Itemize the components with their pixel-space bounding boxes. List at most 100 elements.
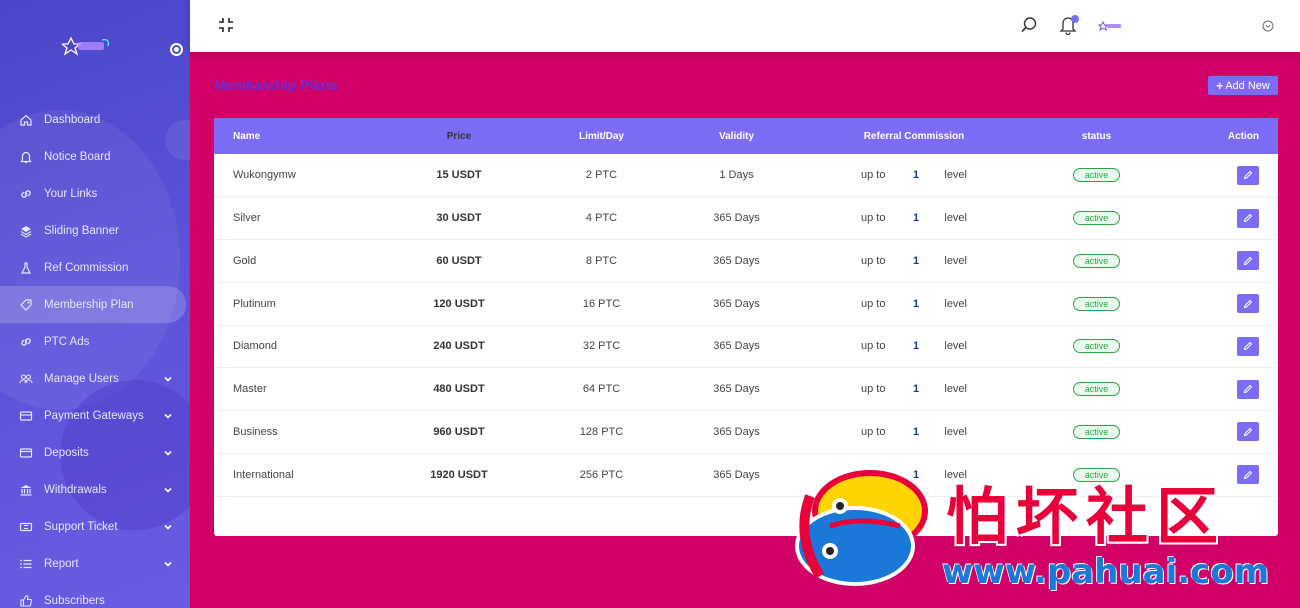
referral-level: 1 <box>912 383 920 396</box>
user-menu-chevron-icon[interactable] <box>1262 20 1274 32</box>
plans-table: Name Price Limit/Day Validity Referral C… <box>214 118 1278 497</box>
plan-status: active <box>1014 197 1179 240</box>
collapse-fullscreen-icon[interactable] <box>218 17 234 33</box>
pencil-icon <box>1243 170 1253 180</box>
home-icon <box>18 112 34 128</box>
plan-name: Wukongymw <box>233 169 296 182</box>
plan-validity: 365 Days <box>713 297 760 310</box>
status-badge: active <box>1072 382 1121 397</box>
pencil-icon <box>1243 213 1253 223</box>
plan-name: Diamond <box>233 340 278 353</box>
link-icon <box>18 186 34 202</box>
edit-plan-button[interactable] <box>1237 165 1259 185</box>
referral-prefix: up to <box>861 425 886 438</box>
ticket-icon <box>18 519 34 535</box>
sidebar-item-sliding-banner[interactable]: Sliding Banner <box>0 212 190 249</box>
table-header-row: Name Price Limit/Day Validity Referral C… <box>214 118 1278 154</box>
sidebar-item-label: Membership Plan <box>44 298 134 311</box>
table-row: Plutinum 120 USDT 16 PTC 365 Days up to 1 leve… <box>214 282 1278 325</box>
table-row: Master 480 USDT 64 PTC 365 Days up to 1 level a… <box>214 368 1278 411</box>
plan-price: 120 USDT <box>433 297 485 310</box>
sidebar-item-notice-board[interactable]: Notice Board <box>0 138 190 175</box>
sidebar-item-subscribers[interactable]: Subscribers <box>0 582 190 608</box>
table-row: Gold 60 USDT 8 PTC 365 Days up to 1 level activ… <box>214 240 1278 283</box>
sidebar-item-report[interactable]: Report <box>0 545 190 582</box>
sidebar-item-label: Deposits <box>44 446 89 459</box>
plan-limit: 2 PTC <box>585 169 618 182</box>
sidebar-item-label: Payment Gateways <box>44 409 144 422</box>
plan-status: active <box>1014 282 1179 325</box>
pencil-icon <box>1243 342 1253 351</box>
plan-status: active <box>1014 453 1179 496</box>
sidebar-item-payment-gateways[interactable]: Payment Gateways <box>0 397 190 434</box>
sidebar-toggle-button[interactable] <box>170 43 183 56</box>
edit-plan-button[interactable] <box>1237 379 1259 399</box>
edit-plan-button[interactable] <box>1237 251 1259 271</box>
pencil-icon <box>1243 384 1253 394</box>
referral-suffix: level <box>944 425 967 438</box>
sidebar-item-manage-users[interactable]: Manage Users <box>0 360 190 397</box>
referral-level: 1 <box>912 297 920 310</box>
sidebar-item-label: Your Links <box>44 187 98 200</box>
plan-name: Silver <box>233 212 261 225</box>
add-new-button[interactable]: + Add New <box>1208 76 1278 95</box>
edit-plan-button[interactable] <box>1237 422 1259 442</box>
referral-prefix: up to <box>861 254 886 267</box>
plan-referral: up to 1 level <box>814 197 1014 240</box>
column-header-action: Action <box>1227 130 1259 142</box>
referral-level: 1 <box>912 169 920 182</box>
referral-suffix: level <box>944 340 967 353</box>
plus-icon: + <box>1216 78 1224 93</box>
search-icon[interactable] <box>1020 16 1038 34</box>
sidebar-item-support-ticket[interactable]: Support Ticket <box>0 508 190 545</box>
edit-plan-button[interactable] <box>1237 208 1259 228</box>
sidebar-item-dashboard[interactable]: Dashboard <box>0 101 190 138</box>
sidebar-item-label: Notice Board <box>44 150 111 163</box>
plan-action <box>1179 154 1278 197</box>
plan-action <box>1179 240 1278 283</box>
sidebar-item-ptc-ads[interactable]: PTC Ads <box>0 323 190 360</box>
plan-status: active <box>1014 368 1179 411</box>
plan-price: 960 USDT <box>433 425 485 438</box>
sidebar-item-label: Subscribers <box>44 594 105 607</box>
referral-suffix: level <box>944 212 967 225</box>
status-badge: active <box>1072 253 1121 268</box>
bank-icon <box>18 482 34 498</box>
plan-action <box>1179 197 1278 240</box>
sidebar-item-ref-commission[interactable]: Ref Commission <box>0 249 190 286</box>
plan-referral: up to 1 level <box>814 368 1014 411</box>
user-avatar[interactable] <box>1098 19 1124 33</box>
link-icon <box>18 334 34 350</box>
plan-action <box>1179 282 1278 325</box>
sidebar-item-your-links[interactable]: Your Links <box>0 175 190 212</box>
status-badge: active <box>1072 424 1121 439</box>
top-header <box>190 0 1300 52</box>
referral-prefix: up to <box>861 297 886 310</box>
status-badge: active <box>1072 296 1121 311</box>
referral-level: 1 <box>912 425 920 438</box>
sidebar-item-label: PTC Ads <box>44 335 90 348</box>
referral-suffix: level <box>944 254 967 267</box>
sidebar-item-label: Sliding Banner <box>44 224 119 237</box>
plan-status: active <box>1014 154 1179 197</box>
plan-validity: 365 Days <box>713 212 760 225</box>
plan-limit: 256 PTC <box>579 468 624 481</box>
status-badge: active <box>1072 467 1121 482</box>
brand-logo[interactable] <box>62 34 112 56</box>
edit-plan-button[interactable] <box>1237 294 1259 314</box>
plan-action <box>1179 411 1278 454</box>
edit-plan-button[interactable] <box>1237 336 1259 356</box>
referral-suffix: level <box>944 468 967 481</box>
sidebar-item-membership-plan[interactable]: Membership Plan <box>0 286 186 323</box>
table-row: Silver 30 USDT 4 PTC 365 Days up to 1 level act… <box>214 197 1278 240</box>
sidebar-item-deposits[interactable]: Deposits <box>0 434 190 471</box>
plan-referral: up to 1 level <box>814 453 1014 496</box>
column-header-limit: Limit/Day <box>578 130 624 142</box>
notification-badge <box>1071 15 1079 23</box>
card-icon <box>18 408 34 424</box>
edit-plan-button[interactable] <box>1237 465 1259 485</box>
chevron-down-icon <box>164 561 172 567</box>
plan-status: active <box>1014 240 1179 283</box>
plan-price: 1920 USDT <box>430 468 488 481</box>
sidebar-item-withdrawals[interactable]: Withdrawals <box>0 471 190 508</box>
